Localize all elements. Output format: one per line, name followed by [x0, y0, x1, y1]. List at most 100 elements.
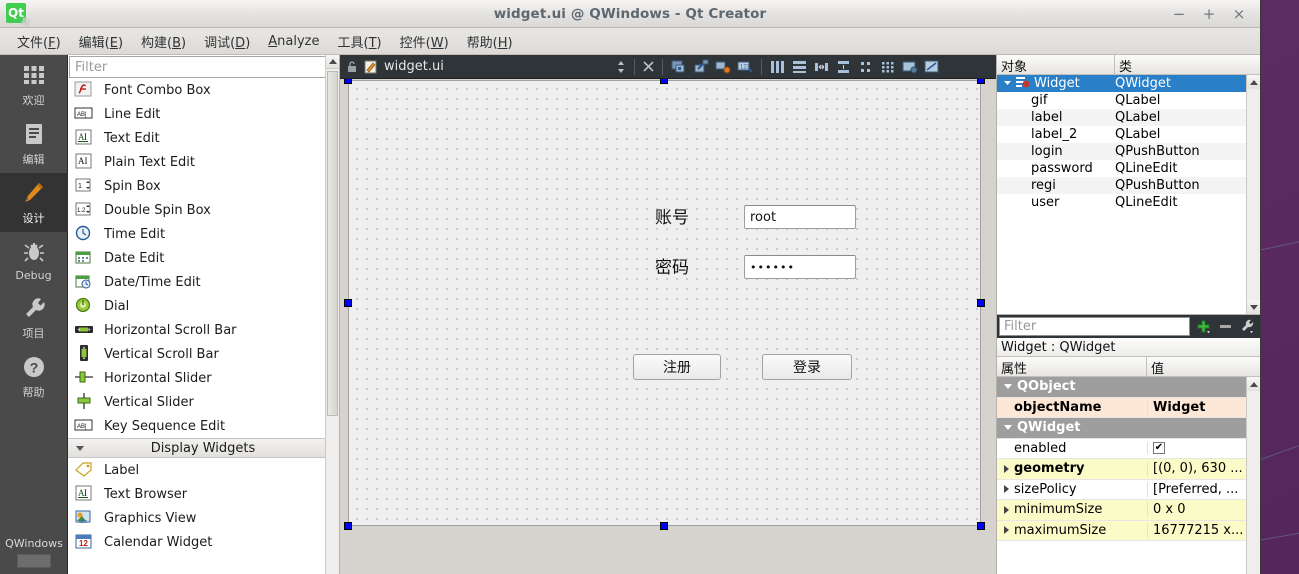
expand-arrow-icon[interactable] — [1003, 76, 1012, 91]
widget-box-item[interactable]: Vertical Slider — [68, 390, 339, 414]
menu-item-6[interactable]: 控件(W) — [391, 28, 458, 55]
widget-box-item[interactable]: Horizontal Scroll Bar — [68, 318, 339, 342]
layout-splitter-horizontal-icon[interactable] — [813, 59, 831, 75]
adjust-size-icon[interactable] — [923, 59, 941, 75]
layout-form-icon[interactable] — [857, 59, 875, 75]
object-inspector-row[interactable]: regi QPushButton — [997, 177, 1260, 194]
layout-splitter-vertical-icon[interactable] — [835, 59, 853, 75]
widget-box-item[interactable]: A I Text Edit — [68, 126, 339, 150]
chevron-right-icon[interactable] — [1004, 505, 1009, 514]
layout-horizontally-icon[interactable] — [769, 59, 787, 75]
object-inspector-row[interactable]: gif QLabel — [997, 92, 1260, 109]
resize-handle-middle-right[interactable] — [977, 299, 985, 307]
mode-item-1[interactable]: 编辑 — [0, 114, 68, 173]
object-inspector-row[interactable]: password QLineEdit — [997, 160, 1260, 177]
menu-item-7[interactable]: 帮助(H) — [458, 28, 522, 55]
property-row[interactable]: minimumSize 0 x 0 — [997, 500, 1260, 521]
property-value-cell[interactable]: [Preferred, ... — [1147, 481, 1260, 497]
property-value-cell[interactable]: 16777215 x... — [1147, 522, 1260, 538]
widget-box-item[interactable]: 12 Calendar Widget — [68, 530, 339, 554]
kit-button[interactable] — [17, 554, 51, 568]
property-row[interactable]: sizePolicy [Preferred, ... — [997, 479, 1260, 500]
widget-box-item[interactable]: Font Combo Box — [68, 78, 339, 102]
layout-vertically-icon[interactable] — [791, 59, 809, 75]
mode-debug[interactable]: Debug — [0, 232, 68, 288]
resize-handle-bottom-center[interactable] — [660, 522, 668, 530]
resize-handle-top-center[interactable] — [660, 79, 668, 84]
add-property-button[interactable] — [1192, 316, 1214, 337]
resize-handle-top-right[interactable] — [977, 79, 985, 84]
property-value-cell[interactable]: 0 x 0 — [1147, 502, 1260, 518]
property-row[interactable]: objectName Widget — [997, 397, 1260, 418]
close-button[interactable]: × — [1232, 6, 1246, 22]
scroll-down-arrow-icon[interactable] — [1247, 300, 1260, 314]
widget-box-item[interactable]: Vertical Scroll Bar — [68, 342, 339, 366]
menu-item-2[interactable]: 构建(B) — [132, 28, 195, 55]
break-layout-icon[interactable] — [901, 59, 919, 75]
property-filter-input[interactable]: Filter — [999, 317, 1190, 336]
widget-box-filter[interactable]: Filter — [69, 56, 338, 78]
menu-item-3[interactable]: 调试(D) — [195, 28, 259, 55]
property-row[interactable]: geometry [(0, 0), 630 ... — [997, 459, 1260, 480]
property-row[interactable]: maximumSize 16777215 x... — [997, 520, 1260, 541]
object-inspector-row[interactable]: label_2 QLabel — [997, 126, 1260, 143]
widget-box-item[interactable]: AB| Line Edit — [68, 102, 339, 126]
password-line-edit[interactable]: •••••• — [744, 255, 856, 279]
object-inspector-row[interactable]: user QLineEdit — [997, 194, 1260, 211]
widget-box-item[interactable]: AB| Key Sequence Edit — [68, 414, 339, 438]
menu-item-5[interactable]: 工具(T) — [329, 28, 391, 55]
scrollbar-thumb[interactable] — [327, 71, 338, 416]
resize-handle-bottom-left[interactable] — [344, 522, 352, 530]
widget-box-item[interactable]: Horizontal Slider — [68, 366, 339, 390]
widget-category-row[interactable]: Display Widgets — [68, 438, 338, 458]
property-row[interactable]: QWidget — [997, 418, 1260, 439]
resize-handle-middle-left[interactable] — [344, 299, 352, 307]
object-inspector-tree[interactable]: Widget QWidget gif QLabel label QLabel label_2… — [997, 75, 1260, 315]
object-inspector-scrollbar[interactable] — [1246, 75, 1260, 314]
updown-arrows-icon[interactable] — [615, 60, 627, 74]
chevron-right-icon[interactable] — [1004, 464, 1009, 473]
register-button[interactable]: 注册 — [633, 354, 721, 380]
mode-item-4[interactable]: 项目 — [0, 288, 68, 347]
property-row[interactable]: QObject — [997, 377, 1260, 398]
mode-item-0[interactable]: 欢迎 — [0, 55, 68, 114]
password-label[interactable]: 密码 — [655, 253, 689, 278]
layout-grid-icon[interactable] — [879, 59, 897, 75]
property-editor-scrollbar[interactable] — [1246, 377, 1260, 574]
property-value-cell[interactable]: [(0, 0), 630 ... — [1147, 461, 1260, 477]
widget-box-item[interactable]: AI Plain Text Edit — [68, 150, 339, 174]
edit-tab-order-icon[interactable]: 123 — [736, 59, 754, 75]
scroll-up-arrow-icon[interactable] — [1247, 75, 1260, 89]
menu-item-1[interactable]: 编辑(E) — [70, 28, 132, 55]
configure-property-button[interactable] — [1236, 316, 1258, 337]
kit-selector[interactable]: QWindows — [0, 537, 68, 568]
widget-box-scrollbar[interactable] — [325, 55, 339, 574]
enabled-checkbox[interactable]: ✔ — [1153, 442, 1165, 455]
maximize-button[interactable]: + — [1202, 6, 1216, 22]
scroll-up-arrow-icon[interactable] — [1247, 377, 1260, 391]
widget-box-item[interactable]: 1.2 Double Spin Box — [68, 198, 339, 222]
widget-box-item[interactable]: Date Edit — [68, 246, 339, 270]
widget-box-item[interactable]: A I Text Browser — [68, 482, 339, 506]
property-value-cell[interactable]: Widget — [1147, 399, 1260, 415]
property-value-cell[interactable]: ✔ — [1147, 442, 1260, 455]
scroll-up-arrow-icon[interactable] — [326, 55, 339, 69]
close-icon[interactable] — [642, 60, 655, 73]
design-canvas[interactable]: 账号 root 密码 •••••• 注册 登录 — [340, 79, 996, 574]
property-editor-table[interactable]: QObject objectName Widget QWidget enabled ✔ ge… — [997, 377, 1260, 574]
mode-item-5[interactable]: ? 帮助 — [0, 347, 68, 406]
menu-item-4[interactable]: Analyze — [259, 30, 328, 53]
resize-handle-bottom-right[interactable] — [977, 522, 985, 530]
property-row[interactable]: enabled ✔ — [997, 438, 1260, 459]
chevron-down-icon[interactable] — [1004, 384, 1012, 390]
chevron-down-icon[interactable] — [1004, 425, 1012, 431]
widget-box-item[interactable]: abc Graphics View — [68, 506, 339, 530]
edit-buddies-icon[interactable] — [714, 59, 732, 75]
remove-property-button[interactable] — [1214, 316, 1236, 337]
widget-box-item[interactable]: 1 Spin Box — [68, 174, 339, 198]
widget-box-item[interactable]: Label — [68, 458, 339, 482]
object-inspector-row[interactable]: label QLabel — [997, 109, 1260, 126]
editor-tab-filename[interactable]: widget.ui — [384, 59, 444, 74]
mode-item-2[interactable]: 设计 — [0, 173, 68, 232]
menu-item-0[interactable]: 文件(F) — [8, 28, 70, 55]
